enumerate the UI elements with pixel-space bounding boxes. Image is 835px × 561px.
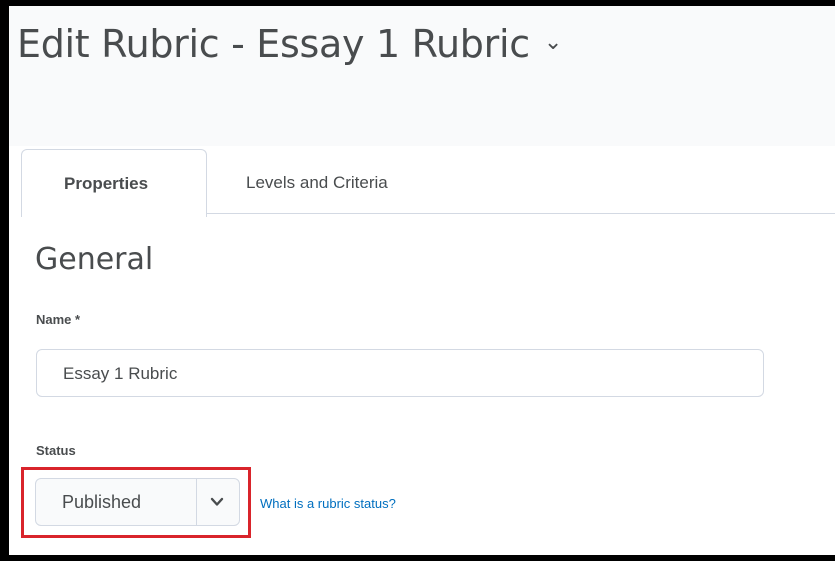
tab-divider (205, 213, 835, 214)
tab-levels-and-criteria-label: Levels and Criteria (246, 173, 388, 192)
name-input-value: Essay 1 Rubric (63, 364, 178, 383)
rubric-status-help-link[interactable]: What is a rubric status? (260, 496, 396, 511)
tab-properties[interactable]: Properties (21, 149, 207, 217)
status-highlight-box (21, 467, 251, 538)
app-frame: Edit Rubric - Essay 1 Rubric ⌄ Properties… (9, 6, 835, 555)
page-header: Edit Rubric - Essay 1 Rubric ⌄ (9, 6, 835, 146)
page-title-text: Edit Rubric - Essay 1 Rubric (17, 22, 530, 66)
section-heading-general: General (35, 242, 154, 277)
status-field-label: Status (36, 443, 76, 458)
name-field-label: Name * (36, 312, 81, 327)
tab-properties-label: Properties (64, 174, 149, 193)
name-input[interactable]: Essay 1 Rubric (36, 349, 764, 397)
page-title: Edit Rubric - Essay 1 Rubric ⌄ (17, 22, 562, 66)
title-chevron-down-icon[interactable]: ⌄ (544, 30, 562, 55)
tab-levels-and-criteria[interactable]: Levels and Criteria (206, 149, 446, 216)
